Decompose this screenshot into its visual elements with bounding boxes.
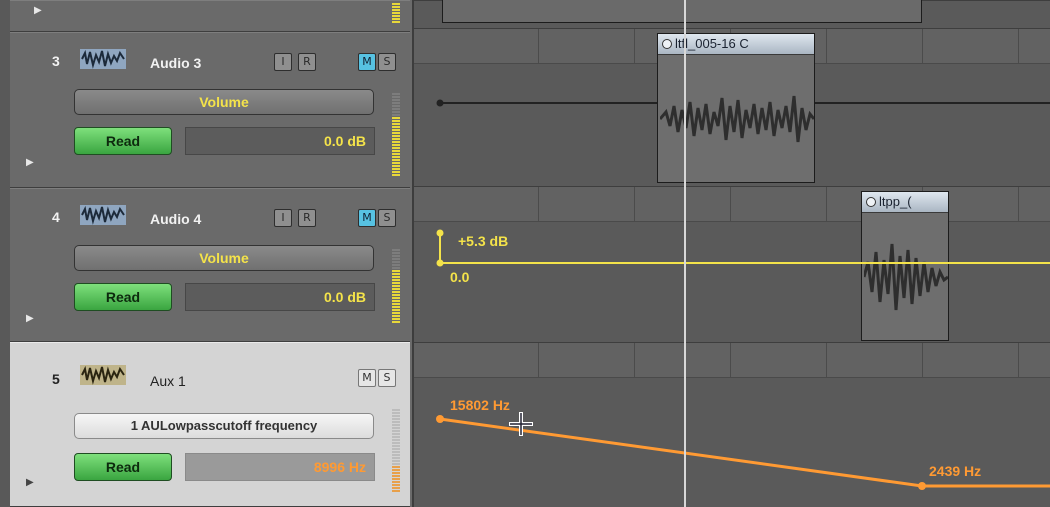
track-name: Aux 1 <box>150 373 186 389</box>
automation-parameter-menu[interactable]: Volume <box>74 89 374 115</box>
record-enable-button[interactable]: R <box>298 209 316 227</box>
volume-automation-line[interactable] <box>414 187 1050 343</box>
track-number: 3 <box>52 53 60 69</box>
mute-button[interactable]: M <box>358 53 376 71</box>
automation-base-label: 0.0 <box>450 269 470 285</box>
audio-region[interactable]: ltfl_005-16 C <box>657 33 815 183</box>
disclosure-triangle-icon[interactable]: ▶ <box>26 477 34 488</box>
region-header: ltfl_005-16 C <box>658 34 814 55</box>
automation-mode-button[interactable]: Read <box>74 127 172 155</box>
region-partial[interactable] <box>442 0 922 23</box>
automation-peak-label: +5.3 dB <box>458 233 509 249</box>
disclosure-triangle-icon[interactable]: ▶ <box>34 5 42 16</box>
region-loop-icon <box>662 39 672 49</box>
track-header-aux1[interactable]: 5 Aux 1 M S 1 AULowpasscutoff frequency … <box>10 342 410 507</box>
automation-end-label: 2439 Hz <box>929 463 982 479</box>
automation-mode-button[interactable]: Read <box>74 283 172 311</box>
audio-waveform-icon <box>80 205 126 225</box>
region-name: ltfl_005-16 C <box>675 36 749 51</box>
automation-parameter-menu[interactable]: Volume <box>74 245 374 271</box>
disclosure-triangle-icon[interactable]: ▶ <box>26 313 34 324</box>
crosshair-cursor-icon <box>509 412 533 436</box>
logic-arrange-window: ▶ 3 Audio 3 I R M S Volume Read 0.0 dB ▶ <box>0 0 1050 507</box>
track-lane-partial <box>414 0 1050 29</box>
disclosure-triangle-icon[interactable]: ▶ <box>26 157 34 168</box>
automation-mode-button[interactable]: Read <box>74 453 172 481</box>
input-monitor-button[interactable]: I <box>274 53 292 71</box>
automation-value-field[interactable]: 0.0 dB <box>185 127 375 155</box>
automation-value-field[interactable]: 8996 Hz <box>185 453 375 481</box>
record-enable-button[interactable]: R <box>298 53 316 71</box>
track-name: Audio 3 <box>150 55 202 71</box>
aux-waveform-icon <box>80 365 126 385</box>
track-lane-audio3[interactable]: ltfl_005-16 C <box>414 28 1050 187</box>
level-meter <box>392 93 400 177</box>
automation-parameter-menu[interactable]: 1 AULowpasscutoff frequency <box>74 413 374 439</box>
level-meter <box>392 409 400 493</box>
track-lane-audio4[interactable]: ltpp_( +5.3 dB 0.0 <box>414 186 1050 343</box>
playhead[interactable] <box>684 0 686 507</box>
automation-value-field[interactable]: 0.0 dB <box>185 283 375 311</box>
level-meter <box>392 249 400 324</box>
mute-button[interactable]: M <box>358 209 376 227</box>
level-meter <box>392 3 400 24</box>
solo-button[interactable]: S <box>378 53 396 71</box>
track-number: 5 <box>52 371 60 387</box>
audio-waveform-icon <box>80 49 126 69</box>
input-monitor-button[interactable]: I <box>274 209 292 227</box>
track-header-list: ▶ 3 Audio 3 I R M S Volume Read 0.0 dB ▶ <box>0 0 414 507</box>
track-header-audio4[interactable]: 4 Audio 4 I R M S Volume Read 0.0 dB ▶ <box>10 188 410 342</box>
solo-button[interactable]: S <box>378 209 396 227</box>
track-name: Audio 4 <box>150 211 202 227</box>
solo-button[interactable]: S <box>378 369 396 387</box>
track-header-audio3[interactable]: 3 Audio 3 I R M S Volume Read 0.0 dB ▶ <box>10 32 410 188</box>
track-number: 4 <box>52 209 60 225</box>
automation-start-label: 15802 Hz <box>450 397 510 413</box>
track-header-partial: ▶ <box>10 0 410 32</box>
mute-button[interactable]: M <box>358 369 376 387</box>
